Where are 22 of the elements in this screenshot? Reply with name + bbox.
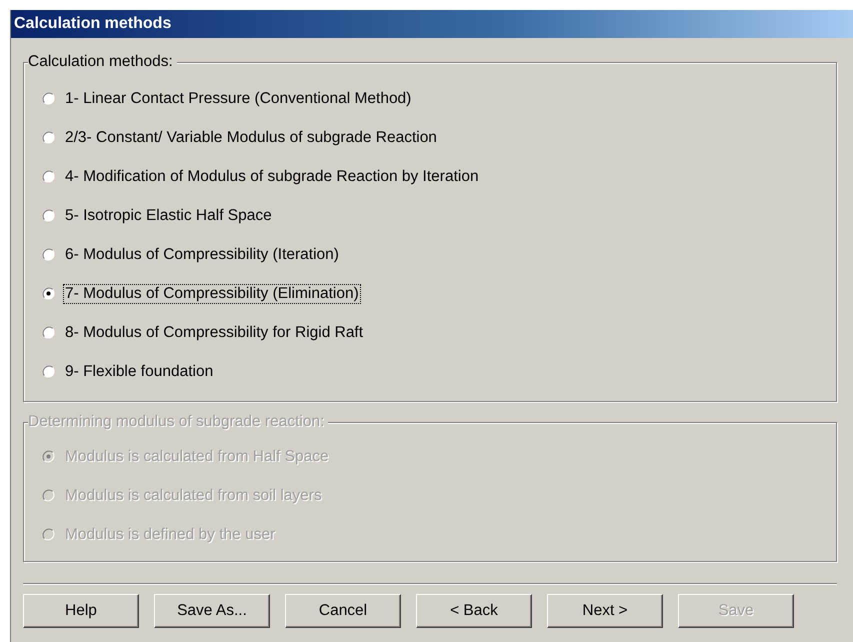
option-label: 1- Linear Contact Pressure (Conventional Method) [64,88,412,108]
window-title: Calculation methods [14,15,172,33]
dialog-button[interactable]: < Back [416,594,532,628]
radio-button[interactable] [42,92,55,105]
option-label: 6- Modulus of Compressibility (Iteration) [64,244,340,264]
radio-button[interactable] [42,170,55,183]
radio-button[interactable] [42,248,55,261]
radio-button[interactable] [42,365,55,378]
dialog-button[interactable]: Help [23,594,139,628]
option-label: 9- Flexible foundation [64,362,214,382]
option-label: 2/3- Constant/ Variable Modulus of subgrade Reaction [64,128,438,148]
dialog-button[interactable]: Cancel [285,594,401,628]
radio-button[interactable] [42,131,55,144]
option-label: 5- Isotropic Elastic Half Space [64,206,273,226]
radio-button[interactable] [42,287,55,300]
radio-button[interactable] [42,209,55,222]
option-label: 8- Modulus of Compressibility for Rigid Raft [64,322,364,342]
dialog-button[interactable]: Next > [547,594,663,628]
option-label: 7- Modulus of Compressibility (Elimination) [63,284,361,304]
dialog-button[interactable]: Save As... [154,594,270,628]
option-label: 4- Modification of Modulus of subgrade Reaction by Iteration [64,166,480,186]
radio-button[interactable] [42,326,55,339]
